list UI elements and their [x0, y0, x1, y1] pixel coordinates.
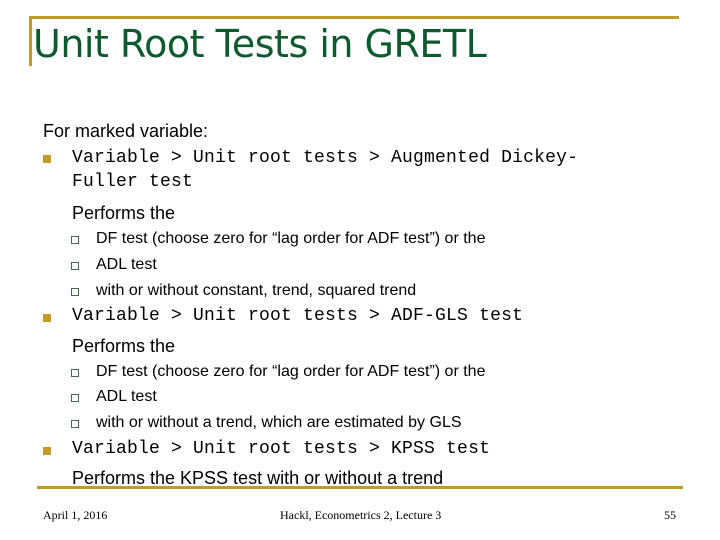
menu-path-adf: Variable > Unit root tests > Augmented D… — [72, 148, 579, 168]
title-top-rule — [29, 16, 679, 19]
adf-gls-subitem: with or without a trend, which are estim… — [96, 414, 462, 431]
hollow-square-bullet-icon — [71, 420, 79, 428]
hollow-square-bullet-icon — [71, 288, 79, 296]
adf-subitem: with or without constant, trend, squared… — [96, 282, 417, 299]
intro-text: For marked variable: — [43, 121, 209, 141]
square-bullet-icon — [43, 314, 51, 322]
hollow-square-bullet-icon — [71, 236, 79, 244]
hollow-square-bullet-icon — [71, 262, 79, 270]
hollow-square-bullet-icon — [71, 394, 79, 402]
footer-rule — [37, 486, 683, 489]
footer-date: April 1, 2016 — [43, 508, 108, 522]
footer-center-text: Hackl, Econometrics 2, Lecture 3 — [280, 508, 442, 522]
square-bullet-icon — [43, 155, 51, 163]
adf-description: Performs the — [72, 203, 176, 223]
hollow-square-bullet-icon — [71, 369, 79, 377]
adf-subitem: DF test (choose zero for “lag order for … — [96, 230, 486, 247]
slide-title: Unit Root Tests in GRETL — [33, 22, 487, 66]
menu-path-adf-gls: Variable > Unit root tests > ADF-GLS tes… — [72, 306, 524, 326]
adf-subitem: ADL test — [96, 256, 157, 273]
square-bullet-icon — [43, 447, 51, 455]
page-number: 55 — [664, 508, 676, 522]
title-left-bar — [29, 16, 32, 66]
adf-gls-subitem: DF test (choose zero for “lag order for … — [96, 363, 486, 380]
adf-gls-subitem: ADL test — [96, 388, 157, 405]
menu-path-adf-cont: Fuller test — [72, 172, 194, 192]
menu-path-kpss: Variable > Unit root tests > KPSS test — [72, 439, 491, 459]
adf-gls-description: Performs the — [72, 336, 176, 356]
